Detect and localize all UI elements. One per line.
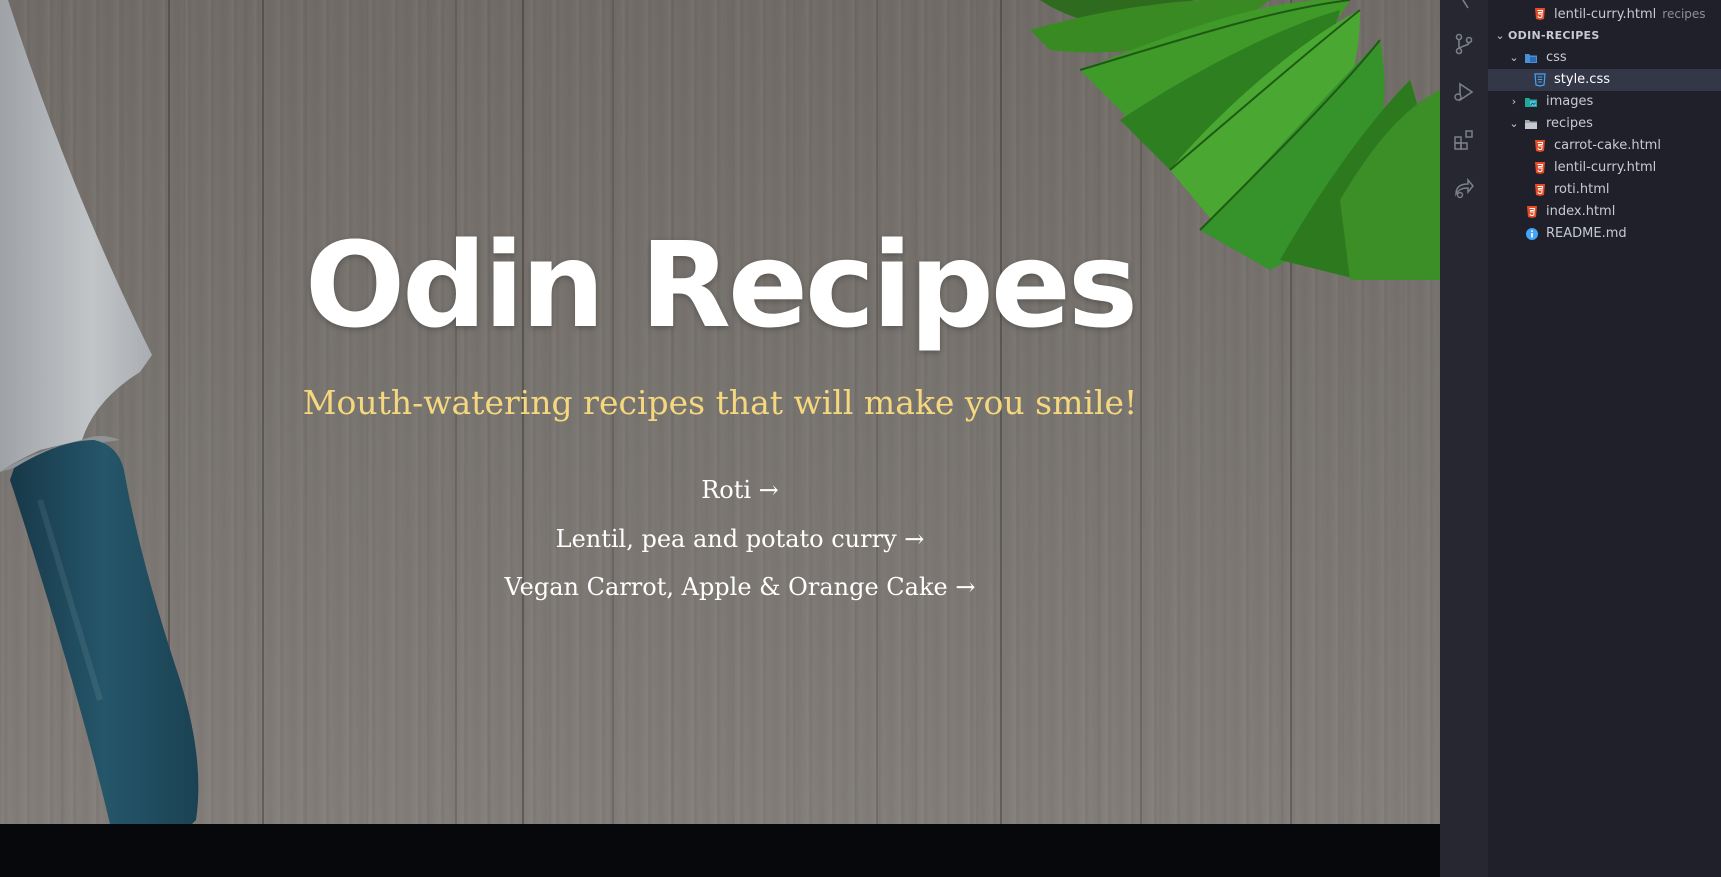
images-folder-icon [1525,98,1537,107]
html5-icon [1527,206,1537,218]
folder-icon [1525,54,1537,63]
page-title: Odin Recipes [304,216,1138,354]
tree-label: css [1546,50,1567,65]
page-footer [0,824,1440,877]
tree-label: recipes [1546,116,1593,131]
extensions-icon[interactable] [1452,128,1476,152]
remote-share-icon[interactable] [1452,176,1476,200]
html5-icon [1535,162,1545,174]
tree-label: lentil-curry.html [1554,160,1657,175]
project-label: ODIN-RECIPES [1508,29,1600,42]
tree-label: carrot-cake.html [1554,138,1661,153]
explorer-panel: lentil-curry.html recipes ⌄ ODIN-RECIPES … [1488,0,1721,877]
chevron-down-icon: ⌄ [1509,51,1519,64]
list-item: Roti → [0,466,1440,515]
folder-icon [1525,120,1537,129]
chevron-down-icon: ⌄ [1495,29,1505,42]
chevron-right-icon: › [1511,95,1517,108]
run-debug-icon[interactable] [1452,80,1476,104]
recipe-link-roti[interactable]: Roti → [701,476,779,504]
html5-icon [1535,140,1545,152]
html5-icon [1535,184,1545,196]
explorer-icon[interactable] [1452,0,1476,12]
source-control-icon[interactable] [1452,32,1476,56]
tree-folder-images[interactable]: › images [1488,91,1721,113]
recipe-list: Roti → Lentil, pea and potato curry → Ve… [0,466,1440,612]
tree-label: style.css [1554,72,1610,87]
tree-file-readme[interactable]: README.md [1488,223,1721,245]
open-editor-label: lentil-curry.html [1554,7,1657,22]
open-editor-description: recipes [1662,7,1706,21]
tree-file-carrot-cake[interactable]: carrot-cake.html [1488,135,1721,157]
browser-preview: Odin Recipes Mouth-watering recipes that… [0,0,1440,877]
project-section-header[interactable]: ⌄ ODIN-RECIPES [1488,25,1721,47]
page-subtitle: Mouth-watering recipes that will make yo… [302,383,1138,422]
tree-file-style-css[interactable]: style.css [1488,69,1721,91]
recipe-link-lentil-curry[interactable]: Lentil, pea and potato curry → [556,525,925,553]
tree-label: images [1546,94,1594,109]
tree-folder-css[interactable]: ⌄ css [1488,47,1721,69]
activity-bar [1440,0,1488,877]
recipe-link-carrot-cake[interactable]: Vegan Carrot, Apple & Orange Cake → [505,573,976,601]
list-item: Lentil, pea and potato curry → [0,515,1440,564]
html5-icon [1535,8,1545,20]
css-file-icon [1534,73,1546,87]
info-icon [1526,228,1538,240]
list-item: Vegan Carrot, Apple & Orange Cake → [0,563,1440,612]
tree-file-roti[interactable]: roti.html [1488,179,1721,201]
tree-file-index[interactable]: index.html [1488,201,1721,223]
tree-label: roti.html [1554,182,1610,197]
tree-file-lentil-curry[interactable]: lentil-curry.html [1488,157,1721,179]
tree-label: README.md [1546,226,1627,241]
open-editor-lentil-curry[interactable]: lentil-curry.html recipes [1488,3,1721,25]
chevron-down-icon: ⌄ [1509,117,1519,130]
hero-content: Odin Recipes Mouth-watering recipes that… [0,0,1440,824]
tree-folder-recipes[interactable]: ⌄ recipes [1488,113,1721,135]
tree-label: index.html [1546,204,1616,219]
